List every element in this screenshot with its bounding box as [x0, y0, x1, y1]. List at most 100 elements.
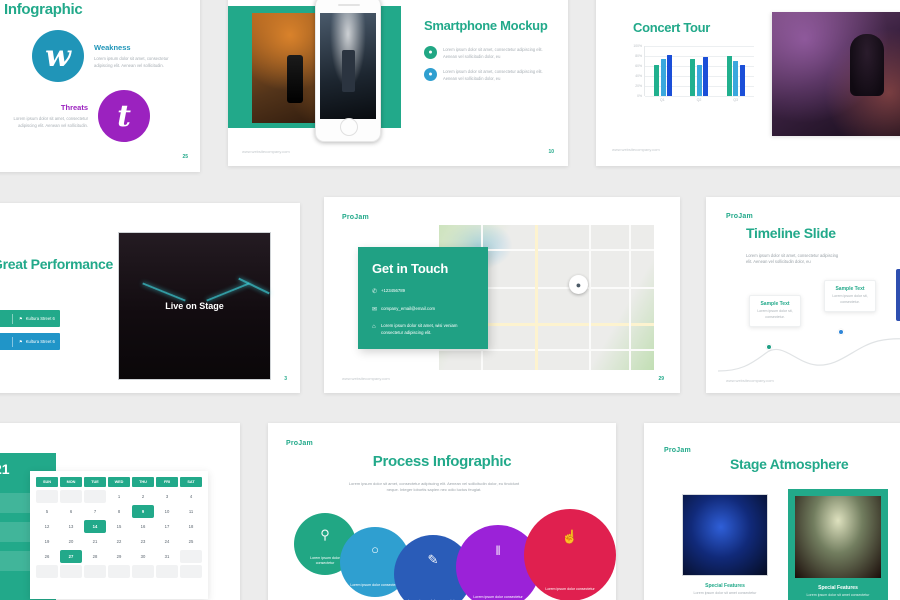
slide-swot-infographic[interactable]: Infographic w Weakness Lorem ipsum dolor… [0, 0, 200, 172]
timeline-card[interactable]: Sample Text Lorem ipsum dolor sit, conse… [749, 295, 801, 327]
timeline-accent-box [896, 269, 900, 321]
timeline-dot[interactable] [766, 344, 772, 350]
calendar-day[interactable]: 12 [36, 520, 58, 533]
sliders-icon: ‖ [495, 543, 501, 559]
calendar-blank-cell [180, 565, 202, 578]
y-tick: 40% [635, 74, 642, 78]
feature-text: Lorem ipsum dolor sit amet consectetur [806, 593, 870, 597]
event-place: ⚑ Kultura Street 6 [13, 316, 55, 321]
slide-calendar[interactable]: 21 SUNMONTUEWEDTHUFRISAT 123456789101112… [0, 423, 240, 600]
calendar-day[interactable]: 29 [108, 550, 130, 563]
calendar-weekday: TUE [84, 477, 106, 487]
calendar-day[interactable]: 15 [108, 520, 130, 533]
footer-url: www.websitecompany.com [726, 378, 774, 383]
location-icon: ⚑ [19, 339, 23, 344]
calendar-day[interactable]: 26 [36, 550, 58, 563]
calendar-day[interactable]: 11 [180, 505, 202, 518]
panel-list-item[interactable] [0, 522, 34, 542]
calendar-day[interactable]: 6 [60, 505, 82, 518]
swot-text: Lorem ipsum dolor sit amet, consectetur … [94, 55, 169, 68]
page-title: Process Infographic [372, 453, 512, 470]
timeline-card[interactable]: Sample Text Lorem ipsum dolor sit, conse… [824, 280, 876, 312]
y-tick: 60% [635, 64, 642, 68]
process-step[interactable]: ☝ Lorem ipsum dolor consectetur [524, 509, 616, 600]
event-row[interactable]: 09:00 PM ⚑ Kultura Street 6 [0, 333, 60, 350]
calendar-blank-cell [84, 490, 106, 503]
calendar-day-selected[interactable]: 27 [60, 550, 82, 563]
slide-stage-atmosphere[interactable]: ProJam Stage Atmosphere Special Features… [644, 423, 900, 600]
panel-list-item[interactable] [0, 493, 34, 513]
calendar-day-selected[interactable]: 9 [132, 505, 154, 518]
page-subtitle: Lorem ipsum dolor sit amet, consectetur … [348, 481, 520, 492]
contact-value: Lorem ipsum dolor sit amet, wisi veniam … [381, 323, 458, 336]
calendar-day[interactable]: 19 [36, 535, 58, 548]
concert-tour-bar-chart: 100% 80% 60% 40% 20% 0% Q1 Q2 Q3 [626, 44, 754, 108]
calendar-day-grid[interactable]: 1 2 3 4 5 6 7 8 9 10 11 12 13 14 15 16 17 18 19 20 21 22 23 24 2… [36, 490, 202, 578]
calendar-blank-cell [108, 565, 130, 578]
calendar-day[interactable]: 23 [132, 535, 154, 548]
calendar-day[interactable]: 8 [108, 505, 130, 518]
timeline-card-text: Lorem ipsum dolor sit, consectetur. [757, 309, 793, 319]
calendar-day[interactable]: 30 [132, 550, 154, 563]
panel-list-item[interactable] [0, 551, 34, 571]
brand-logo: ProJam [664, 447, 691, 454]
feature-card[interactable]: Special Features Lorem ipsum dolor sit a… [682, 494, 768, 597]
calendar-day[interactable]: 21 [84, 535, 106, 548]
feature-card-highlighted[interactable]: Special Features Lorem ipsum dolor sit a… [788, 489, 888, 600]
location-icon: ⚑ [19, 316, 23, 321]
calendar-day[interactable]: 10 [156, 505, 178, 518]
contact-row[interactable]: ✉ company_email@email.com [372, 306, 474, 316]
contact-row[interactable]: ✆ +123456789 [372, 288, 474, 298]
page-title: Concert Tour [633, 20, 711, 35]
slide-timeline[interactable]: ProJam Timeline Slide Lorem ipsum dolor … [706, 197, 900, 393]
page-subtitle: Lorem ipsum dolor sit amet, consectetur … [746, 253, 839, 265]
calendar-day[interactable]: 25 [180, 535, 202, 548]
calendar-day[interactable]: 4 [180, 490, 202, 503]
calendar-widget[interactable]: SUN MON TUE WED THU FRI SAT 1 2 3 4 5 6 7 8 9 10 11 12 13 1… [30, 471, 208, 599]
map-marker-icon[interactable]: ● [569, 275, 588, 294]
calendar-day[interactable]: 16 [132, 520, 154, 533]
brand-logo: ProJam [342, 214, 369, 221]
calendar-day[interactable]: 2 [132, 490, 154, 503]
chart-bar [654, 65, 660, 96]
page-number: 29 [658, 376, 664, 382]
calendar-day[interactable]: 20 [60, 535, 82, 548]
calendar-day[interactable]: 31 [156, 550, 178, 563]
event-row[interactable]: 08:00 PM ⚑ Kultura Street 6 [0, 310, 60, 327]
calendar-day[interactable]: 13 [60, 520, 82, 533]
calendar-day[interactable]: 5 [36, 505, 58, 518]
threats-badge-icon: t [98, 90, 150, 142]
process-step-text: Lorem ipsum dolor consectetur [350, 583, 400, 588]
calendar-weekday: THU [132, 477, 154, 487]
calendar-day[interactable]: 3 [156, 490, 178, 503]
footer-url: www.websitecompany.com [612, 147, 660, 152]
calendar-day[interactable]: 18 [180, 520, 202, 533]
calendar-day[interactable]: 17 [156, 520, 178, 533]
calendar-blank-cell [132, 565, 154, 578]
slide-great-performance[interactable]: Great Performance 08:00 PM ⚑ Kultura Str… [0, 203, 300, 393]
slide-concert-tour[interactable]: Concert Tour 100% 80% 60% 40% 20% 0% Q1 Q… [596, 0, 900, 166]
calendar-day-selected[interactable]: 14 [84, 520, 106, 533]
slide-get-in-touch[interactable]: ProJam ● Get in Touch ✆ +123456789 ✉ com… [324, 197, 680, 393]
footer-url: www.websitecompany.com [342, 376, 390, 381]
swot-item-weakness: w Weakness Lorem ipsum dolor sit amet, c… [32, 30, 184, 82]
calendar-day[interactable]: 7 [84, 505, 106, 518]
calendar-day[interactable]: 24 [156, 535, 178, 548]
slide-smartphone-mockup[interactable]: Smartphone Mockup ● Lorem ipsum dolor si… [228, 0, 568, 166]
user-icon: ● [424, 45, 437, 59]
calendar-day[interactable]: 1 [108, 490, 130, 503]
calendar-day[interactable]: 22 [108, 535, 130, 548]
event-place-label: Kultura Street 6 [25, 339, 55, 344]
location-icon: ⌂ [372, 324, 376, 331]
timeline-dot[interactable] [838, 329, 844, 335]
bullet-text: Lorem ipsum dolor sit amet, consectetur … [443, 68, 543, 82]
event-time: 08:00 PM [0, 316, 12, 321]
calendar-day[interactable]: 28 [84, 550, 106, 563]
singer-photo [772, 12, 900, 136]
slide-gallery: Infographic w Weakness Lorem ipsum dolor… [0, 0, 900, 600]
feature-text: Lorem ipsum dolor sit amet consectetur [693, 591, 757, 595]
swot-heading: Weakness [94, 42, 131, 52]
contact-value: company_email@email.com [381, 305, 436, 311]
slide-process-infographic[interactable]: ProJam Process Infographic Lorem ipsum d… [268, 423, 616, 600]
mail-icon: ✉ [372, 306, 378, 313]
